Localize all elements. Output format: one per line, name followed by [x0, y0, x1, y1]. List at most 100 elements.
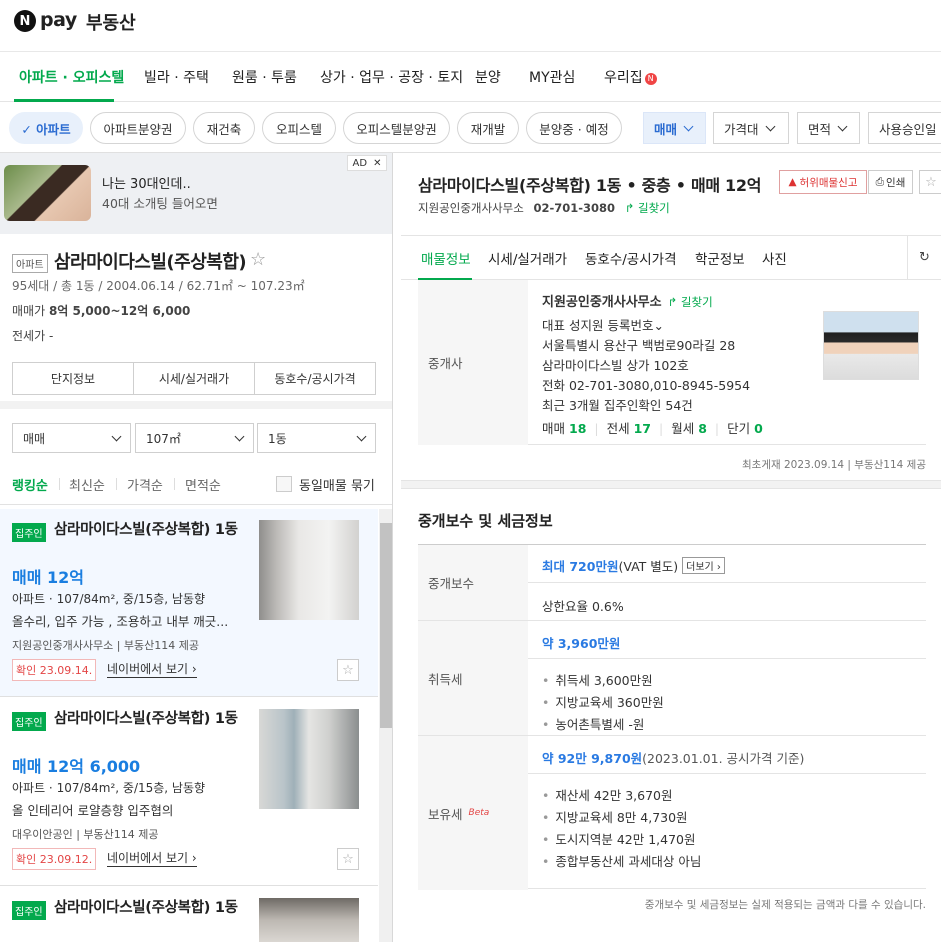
- directions-link[interactable]: ↱ 길찾기: [625, 201, 670, 215]
- favorite-star-icon[interactable]: ☆: [250, 249, 266, 270]
- main-nav: 아파트 · 오피스텔 빌라 · 주택 원룸 · 투룸 상가 · 업무 · 공장 …: [0, 53, 941, 102]
- listing-photo[interactable]: [259, 520, 359, 620]
- sort-area[interactable]: 면적순: [185, 475, 221, 494]
- list-dong-select-label: 1동: [268, 431, 287, 446]
- chip-officetel-presale-right[interactable]: 오피스텔분양권: [343, 112, 450, 144]
- chevron-down-icon: [765, 121, 775, 131]
- favorite-star-icon[interactable]: ☆: [919, 170, 941, 194]
- count-value: 17: [633, 421, 651, 436]
- divider: [59, 478, 60, 490]
- nav-my-home-label: 우리집: [604, 70, 643, 86]
- fee-section-title: 중개보수 및 세금정보: [418, 512, 553, 530]
- holding-tax-total: 약 92만 9,870원(2023.01.01. 공시가격 기준): [542, 748, 804, 767]
- listing-card[interactable]: 집주인 삼라마이다스빌(주상복합) 1동 매매 12억 아파트 · 107/84…: [0, 509, 378, 697]
- tab-unit-price[interactable]: 동호수/공시가격: [585, 248, 677, 268]
- report-button[interactable]: ▲ 허위매물신고: [779, 170, 867, 194]
- nav-presale[interactable]: 분양: [475, 67, 501, 87]
- favorite-star-icon[interactable]: ☆: [337, 659, 359, 681]
- tab-market-price[interactable]: 시세/실거래가: [488, 248, 567, 268]
- refresh-icon[interactable]: ↻: [907, 236, 941, 279]
- listing-photo[interactable]: [259, 898, 359, 942]
- acquisition-tax-item-text: 농어촌특별세 -원: [555, 717, 645, 732]
- holding-tax-item-text: 재산세 42만 3,670원: [555, 788, 673, 803]
- filter-bar: ✓ 아파트 아파트분양권 재건축 오피스텔 오피스텔분양권 재개발 분양중 · …: [0, 103, 941, 153]
- list-trade-select-label: 매매: [23, 431, 46, 446]
- count-label: 월세: [671, 421, 695, 436]
- directions-link[interactable]: ↱ 길찾기: [668, 295, 713, 309]
- chip-officetel[interactable]: 오피스텔: [262, 112, 336, 144]
- tab-complex-info[interactable]: 단지정보: [13, 363, 134, 394]
- holding-tax-label-text: 보유세: [428, 806, 463, 822]
- listing-price: 매매 12억 6,000: [12, 757, 141, 776]
- ad-banner[interactable]: 나는 30대인데.. 40대 소개팅 들어오면 AD ✕: [0, 153, 392, 234]
- ad-mark: AD ✕: [347, 155, 387, 171]
- chip-apartment-presale-right[interactable]: 아파트분양권: [90, 112, 186, 144]
- tab-unit-price[interactable]: 동호수/공시가격: [255, 363, 375, 394]
- report-label: 허위매물신고: [799, 176, 858, 189]
- tab-photos[interactable]: 사진: [762, 248, 787, 268]
- chevron-down-icon: [683, 121, 694, 131]
- agent-box-name: 지원공인중개사사무소 ↱ 길찾기: [542, 291, 713, 310]
- brokerage-rate: 상한요율 0.6%: [542, 599, 624, 614]
- nav-oneroom-tworoom[interactable]: 원룸 · 투룸: [232, 67, 297, 87]
- sort-ranking[interactable]: 랭킹순: [12, 475, 48, 494]
- confirm-badge: 확인 23.09.14.: [12, 659, 97, 681]
- print-button[interactable]: ⎙ 인쇄: [868, 170, 913, 194]
- detail-panel: 삼라마이다스빌(주상복합) 1동 • 중층 • 매매 12억 ▲ 허위매물신고 ⎙…: [401, 153, 941, 942]
- nav-active-indicator: [14, 99, 114, 102]
- nav-commercial[interactable]: 상가 · 업무 · 공장 · 토지: [320, 67, 463, 87]
- listing-card[interactable]: 집주인 삼라마이다스빌(주상복합) 1동 매매 12억 6,000 아파트 · …: [0, 698, 378, 886]
- close-icon[interactable]: ✕: [373, 158, 381, 169]
- select-trade-type[interactable]: 매매: [643, 112, 706, 144]
- count-value: 0: [754, 421, 763, 436]
- view-on-naver-link[interactable]: 네이버에서 보기 ›: [107, 660, 197, 678]
- tab-school-info[interactable]: 학군정보: [695, 248, 745, 268]
- select-approval-date[interactable]: 사용승인일: [868, 112, 941, 144]
- agent-rep[interactable]: 대표 성지원 등록번호⌄: [542, 315, 664, 334]
- chip-reconstruction[interactable]: 재건축: [193, 112, 255, 144]
- holding-tax-item-text: 지방교육세 8만 4,730원: [555, 810, 688, 825]
- chevron-down-icon: [234, 431, 245, 441]
- dedupe-checkbox[interactable]: [276, 476, 292, 492]
- sort-latest[interactable]: 최신순: [69, 475, 105, 494]
- ad-image: [4, 165, 91, 221]
- listing-photo[interactable]: [259, 709, 359, 809]
- pay-logo[interactable]: pay: [40, 9, 77, 31]
- view-on-naver-link[interactable]: 네이버에서 보기 ›: [107, 849, 197, 867]
- agent-photo: [823, 311, 919, 380]
- agent-box-name-text: 지원공인중개사사무소: [542, 295, 662, 310]
- count-label: 단기: [727, 421, 751, 436]
- tab-market-price[interactable]: 시세/실거래가: [134, 363, 255, 394]
- list-area-select[interactable]: 107㎡: [135, 423, 254, 453]
- acquisition-tax-item: • 농어촌특별세 -원: [542, 717, 645, 732]
- holding-tax-item-text: 도시지역분 42만 1,470원: [555, 832, 696, 847]
- ad-title: 나는 30대인데..: [102, 177, 191, 192]
- favorite-star-icon[interactable]: ☆: [337, 848, 359, 870]
- list-filter-row: 매매 107㎡ 1동: [0, 409, 392, 461]
- brokerage-vat: (VAT 별도): [618, 559, 679, 574]
- listing-card[interactable]: 집주인 삼라마이다스빌(주상복합) 1동: [0, 887, 378, 942]
- select-price-range[interactable]: 가격대: [713, 112, 789, 144]
- listing-description: 올 인테리어 로얄층향 입주협의: [12, 803, 174, 818]
- listing-title: 삼라마이다스빌(주상복합) 1동: [54, 900, 238, 916]
- chip-presale-upcoming[interactable]: 분양중 · 예정: [526, 112, 622, 144]
- list-dong-select[interactable]: 1동: [257, 423, 376, 453]
- sort-price[interactable]: 가격순: [127, 475, 163, 494]
- service-title[interactable]: 부동산: [86, 9, 136, 35]
- naver-logo-icon[interactable]: N: [14, 10, 36, 32]
- chip-redevelopment[interactable]: 재개발: [457, 112, 519, 144]
- nav-my-interest[interactable]: MY관심: [529, 67, 575, 87]
- listing-title: 삼라마이다스빌(주상복합) 1동: [54, 711, 238, 727]
- fee-tax-table: 중개보수 최대 720만원(VAT 별도) 더보기 › 상한요율 0.6% 취득세…: [418, 544, 926, 890]
- nav-apartment-officetel[interactable]: 아파트 · 오피스텔: [19, 67, 124, 87]
- nav-villa-house[interactable]: 빌라 · 주택: [144, 67, 209, 87]
- jeonse-value: -: [48, 329, 54, 343]
- select-area[interactable]: 면적: [797, 112, 860, 144]
- list-trade-select[interactable]: 매매: [12, 423, 131, 453]
- tab-listing-info[interactable]: 매물정보: [421, 248, 471, 268]
- nav-my-home[interactable]: 우리집 N: [604, 67, 657, 87]
- chip-apartment[interactable]: ✓ 아파트: [9, 112, 83, 144]
- scrollbar-thumb[interactable]: [380, 523, 392, 728]
- more-button[interactable]: 더보기 ›: [682, 557, 725, 574]
- listing-price: 매매 12억: [12, 568, 84, 587]
